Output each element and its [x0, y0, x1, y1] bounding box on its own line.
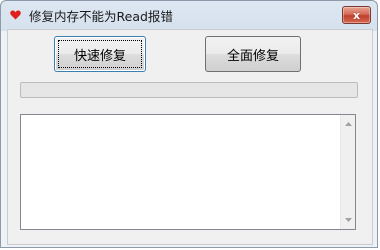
quick-repair-label: 快速修复 [73, 48, 126, 64]
window-title: 修复内存不能为Read报错 [29, 8, 173, 24]
close-button[interactable]: x [342, 6, 371, 24]
log-output[interactable] [20, 114, 356, 230]
scroll-down-icon[interactable] [341, 213, 356, 227]
scroll-up-icon[interactable] [341, 117, 356, 131]
vertical-scrollbar[interactable] [340, 115, 355, 229]
quick-repair-button[interactable]: 快速修复 [54, 36, 146, 72]
client-area: 快速修复 全面修复 [7, 29, 373, 245]
title-bar[interactable]: 修复内存不能为Read报错 x [1, 1, 377, 29]
app-window: 修复内存不能为Read报错 x 快速修复 全面修复 [0, 0, 378, 248]
full-repair-button[interactable]: 全面修复 [205, 36, 301, 72]
close-icon: x [352, 8, 361, 22]
progress-bar [20, 82, 358, 98]
heart-icon [7, 7, 23, 23]
full-repair-label: 全面修复 [226, 48, 279, 64]
